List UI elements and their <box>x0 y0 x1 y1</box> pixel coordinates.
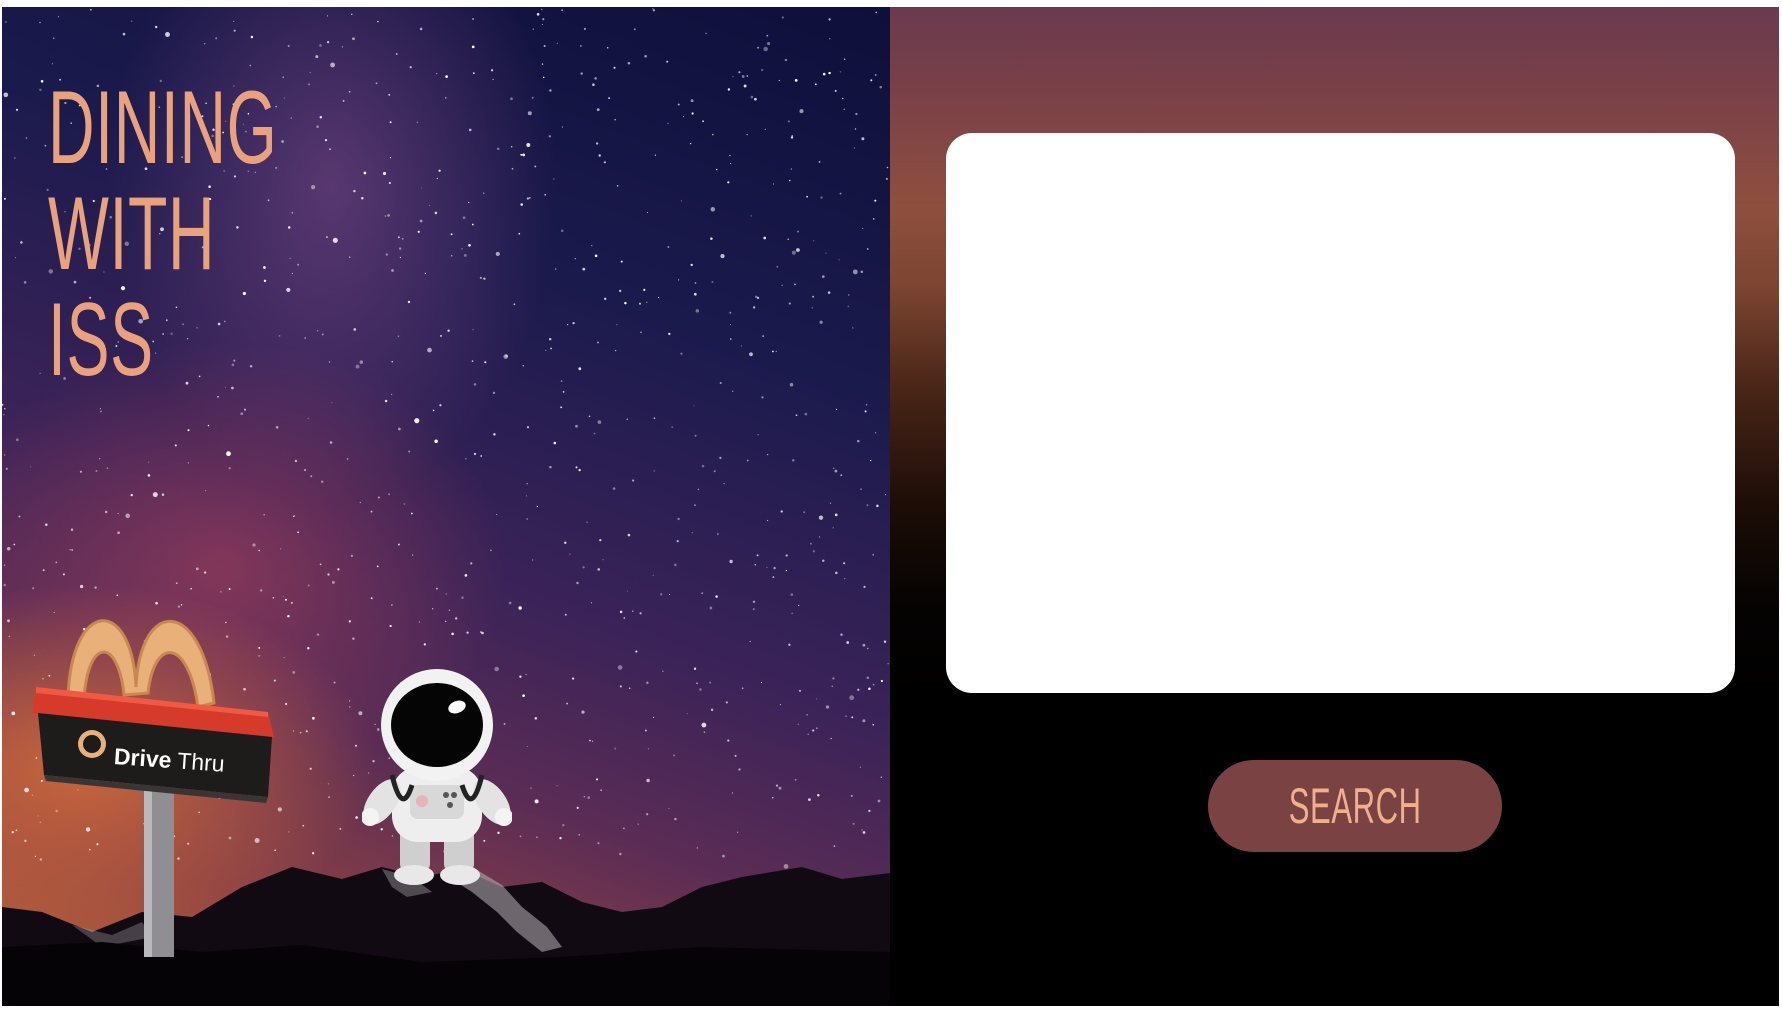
astronaut-icon <box>362 669 512 885</box>
search-panel: SEARCH <box>890 7 1779 1006</box>
mcdonalds-drive-thru-sign-icon <box>32 619 274 957</box>
drive-thru-label-regular: Thru <box>176 747 226 777</box>
drive-thru-label-bold: Drive <box>113 743 173 773</box>
search-button[interactable]: SEARCH <box>1208 760 1502 852</box>
title-line-1: DINING <box>48 70 278 186</box>
search-button-label: SEARCH <box>1288 778 1422 834</box>
title-line-2: WITH <box>48 176 216 292</box>
app-frame: DINING WITH ISS Drive Thru SEARCH <box>2 7 1779 1006</box>
page-title: DINING WITH ISS <box>48 75 277 393</box>
results-display-box <box>946 133 1735 693</box>
title-line-3: ISS <box>48 282 154 398</box>
hero-panel: DINING WITH ISS Drive Thru <box>2 7 890 1006</box>
